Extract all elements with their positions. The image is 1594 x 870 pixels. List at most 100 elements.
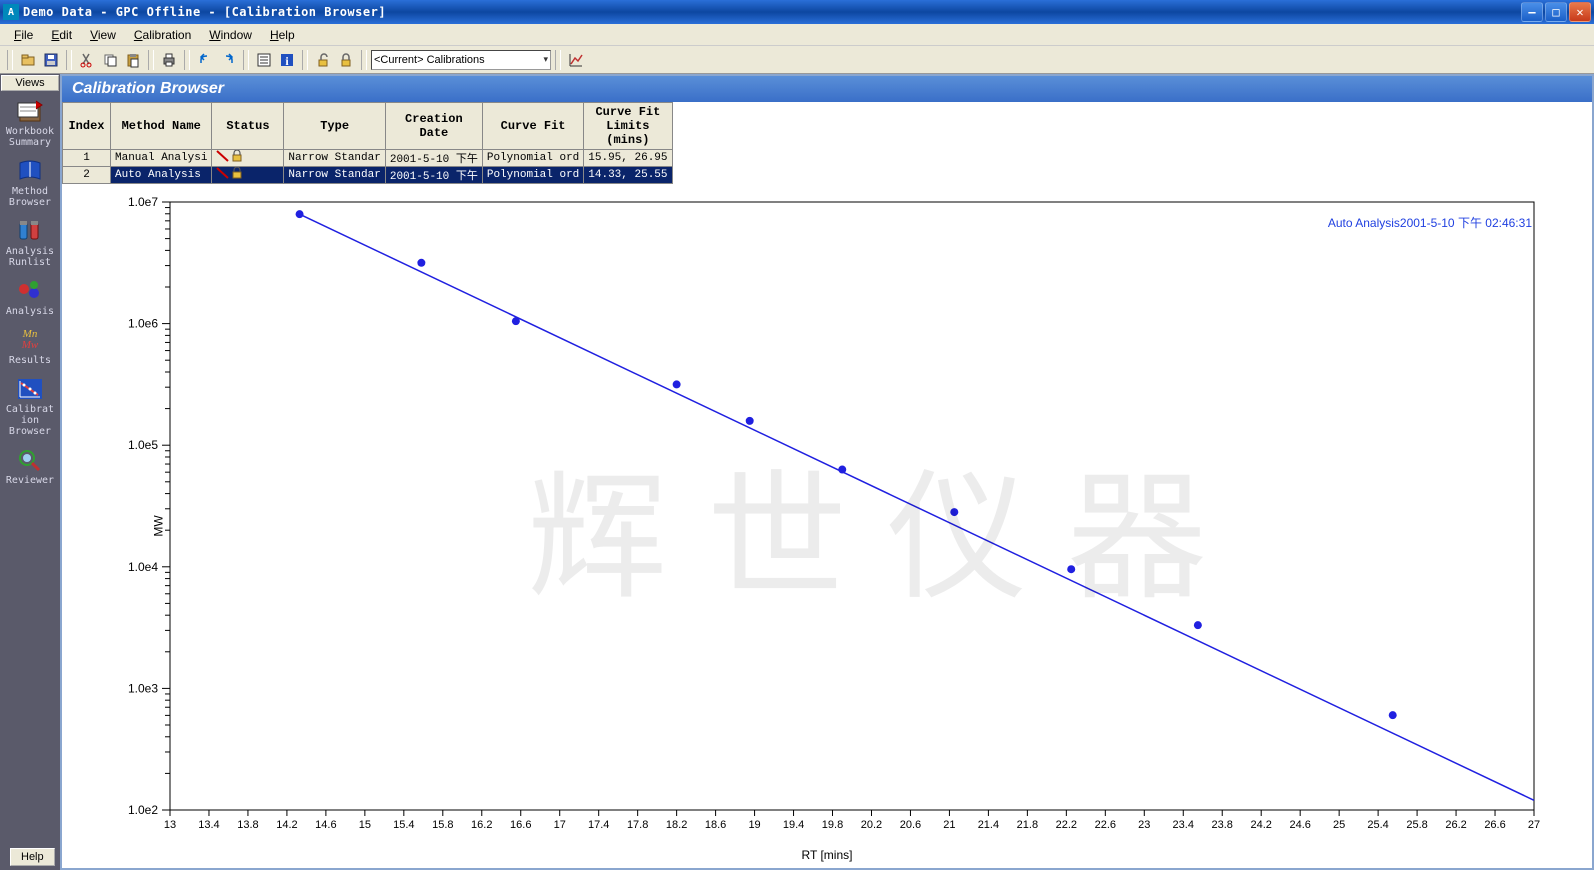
sidebar-item-label: Workbook Summary [4,126,56,148]
toolbar: i <Current> Calibrations [0,46,1594,74]
maximize-button[interactable]: □ [1545,2,1567,22]
svg-text:27: 27 [1528,819,1540,831]
minimize-button[interactable]: – [1521,2,1543,22]
chart-annotation: Auto Analysis2001-5-10 下午 02:46:31 [1328,214,1532,231]
redo-icon[interactable] [217,49,239,71]
sidebar-item-results[interactable]: MnMw Results [2,321,58,370]
cell-index: 1 [63,150,111,167]
print-icon[interactable] [158,49,180,71]
chart-icon[interactable] [565,49,587,71]
svg-text:15.4: 15.4 [393,819,414,831]
sidebar-item-analysis-runlist[interactable]: Analysis Runlist [2,212,58,272]
sidebar-item-label: Calibrat ion Browser [4,404,56,437]
cell-limits: 14.33, 25.55 [584,167,672,184]
chart-area[interactable]: 辉世仪器 1.0e21.0e31.0e41.0e51.0e61.0e71313.… [62,184,1592,868]
menu-help[interactable]: Help [262,26,303,44]
sidebar-item-calibration-browser[interactable]: Calibrat ion Browser [2,370,58,441]
svg-text:1.0e6: 1.0e6 [128,317,158,331]
menu-file[interactable]: File [6,26,41,44]
svg-text:25.4: 25.4 [1367,819,1388,831]
col-limits[interactable]: Curve Fit Limits (mins) [584,103,672,150]
col-curvefit[interactable]: Curve Fit [482,103,583,150]
chart-ylabel: MW [152,515,166,536]
save-icon[interactable] [40,49,62,71]
copy-icon[interactable] [99,49,121,71]
svg-text:13.4: 13.4 [198,819,219,831]
svg-text:16.6: 16.6 [510,819,531,831]
sidebar-item-label: Reviewer [4,475,56,486]
sidebar-item-method-browser[interactable]: Method Browser [2,152,58,212]
calibration-table[interactable]: Index Method Name Status Type Creation D… [62,102,673,184]
col-type[interactable]: Type [284,103,385,150]
svg-text:19.4: 19.4 [783,819,804,831]
col-index[interactable]: Index [63,103,111,150]
svg-text:21.8: 21.8 [1017,819,1038,831]
svg-text:1.0e2: 1.0e2 [128,803,158,817]
cut-icon[interactable] [76,49,98,71]
cell-type: Narrow Standar [284,167,385,184]
menu-bar: File Edit View Calibration Window Help [0,24,1594,46]
svg-text:26.6: 26.6 [1484,819,1505,831]
menu-view[interactable]: View [82,26,124,44]
dropdown-value: <Current> Calibrations [374,54,485,66]
svg-text:20.2: 20.2 [861,819,882,831]
lock-closed-icon[interactable] [335,49,357,71]
svg-text:23.8: 23.8 [1212,819,1233,831]
info-icon[interactable]: i [276,49,298,71]
col-method[interactable]: Method Name [111,103,212,150]
svg-text:19.8: 19.8 [822,819,843,831]
svg-text:23.4: 23.4 [1173,819,1194,831]
menu-edit[interactable]: Edit [43,26,80,44]
app-icon: A [3,4,19,20]
calibrations-dropdown[interactable]: <Current> Calibrations [371,50,551,70]
panel-title: Calibration Browser [62,76,1592,102]
mn-mw-icon: MnMw [15,327,45,353]
cell-index: 2 [63,167,111,184]
menu-calibration[interactable]: Calibration [126,26,199,44]
content-panel: Calibration Browser Index Method Name St… [60,74,1594,870]
paste-icon[interactable] [122,49,144,71]
svg-text:23: 23 [1138,819,1150,831]
sidebar-item-label: Analysis Runlist [4,246,56,268]
cell-creation: 2001-5-10 下午 [385,150,482,167]
vials-icon [15,218,45,244]
svg-text:21: 21 [943,819,955,831]
help-button[interactable]: Help [10,848,55,866]
svg-text:1.0e5: 1.0e5 [128,438,158,452]
cell-method: Manual Analysi [111,150,212,167]
book-icon [15,158,45,184]
sidebar-item-analysis[interactable]: Analysis [2,272,58,321]
svg-text:26.2: 26.2 [1445,819,1466,831]
molecules-icon [15,278,45,304]
col-status[interactable]: Status [212,103,284,150]
views-sidebar: Views Workbook Summary Method Browser An… [0,74,60,870]
undo-icon[interactable] [194,49,216,71]
window-titlebar: A Demo Data - GPC Offline - [Calibration… [0,0,1594,24]
properties-icon[interactable] [253,49,275,71]
calibration-table-wrap: Index Method Name Status Type Creation D… [62,102,1592,184]
open-icon[interactable] [17,49,39,71]
sidebar-item-workbook-summary[interactable]: Workbook Summary [2,92,58,152]
svg-text:1.0e7: 1.0e7 [128,195,158,209]
workbook-icon [15,98,45,124]
lock-open-icon[interactable] [312,49,334,71]
svg-text:16.2: 16.2 [471,819,492,831]
close-button[interactable]: ✕ [1569,2,1591,22]
table-row[interactable]: 2Auto AnalysisNarrow Standar2001-5-10 下午… [63,167,673,184]
sidebar-item-label: Method Browser [4,186,56,208]
cell-type: Narrow Standar [284,150,385,167]
svg-text:18.6: 18.6 [705,819,726,831]
svg-text:21.4: 21.4 [978,819,999,831]
svg-text:13.8: 13.8 [237,819,258,831]
svg-text:17.4: 17.4 [588,819,609,831]
svg-text:22.6: 22.6 [1095,819,1116,831]
calib-chart-icon [15,376,45,402]
col-creation[interactable]: Creation Date [385,103,482,150]
sidebar-item-reviewer[interactable]: Reviewer [2,441,58,490]
svg-text:20.6: 20.6 [900,819,921,831]
svg-text:24.2: 24.2 [1250,819,1271,831]
svg-text:25.8: 25.8 [1406,819,1427,831]
cell-status [212,167,284,184]
table-row[interactable]: 1Manual Analysi Narrow Standar2001-5-10 下… [63,150,673,167]
menu-window[interactable]: Window [201,26,260,44]
